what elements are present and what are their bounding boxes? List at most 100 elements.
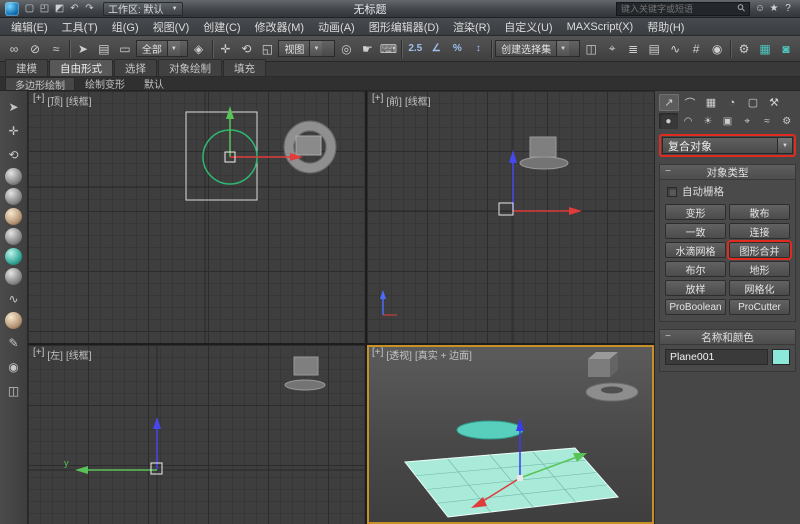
collapse-icon[interactable]: − <box>665 166 671 177</box>
compound-object-button[interactable]: 水滴网格 <box>665 242 726 258</box>
render-setup-icon[interactable]: ⚙ <box>734 39 754 59</box>
menu-item[interactable]: 动画(A) <box>311 18 362 35</box>
torus-left-view[interactable] <box>285 380 325 390</box>
viewport-label-segment[interactable]: [+] <box>33 347 44 362</box>
relax-brush-icon[interactable] <box>5 268 22 285</box>
ribbon-subtab[interactable]: 默认 <box>135 77 173 90</box>
shape-gizmo-small[interactable] <box>380 290 397 315</box>
save-file-icon[interactable]: ◩ <box>52 2 67 16</box>
compound-object-button[interactable]: 布尔 <box>665 261 726 277</box>
compound-object-button[interactable]: 变形 <box>665 204 726 220</box>
menu-item[interactable]: MAXScript(X) <box>560 18 641 35</box>
search-input[interactable] <box>617 3 735 15</box>
percent-snap-icon[interactable]: % <box>447 39 467 59</box>
select-manipulate-icon[interactable]: ☛ <box>357 39 377 59</box>
reference-coordinate-dropdown[interactable]: 视图 ▼ <box>278 40 335 57</box>
shapes-category[interactable]: ◠ <box>679 113 698 129</box>
transform-gizmo[interactable]: y <box>64 417 162 474</box>
select-object-icon[interactable]: ➤ <box>73 39 93 59</box>
object-color-swatch[interactable] <box>772 349 790 365</box>
spinner-snap-icon[interactable]: ↕ <box>468 39 488 59</box>
viewport-top[interactable]: [+][顶][线框] <box>28 91 365 343</box>
compound-object-button[interactable]: ProBoolean <box>665 299 726 315</box>
viewport-label-segment[interactable]: [线框] <box>405 93 431 108</box>
snap-toggle-icon[interactable]: 2.5 <box>405 39 425 59</box>
material-editor-icon[interactable]: ◉ <box>707 39 727 59</box>
workspace-dropdown[interactable]: 工作区: 默认 ▼ <box>103 2 183 16</box>
rendered-frame-icon[interactable]: ▦ <box>755 39 775 59</box>
keyboard-override-icon[interactable]: ⌨ <box>378 39 398 59</box>
pinch-brush-icon[interactable] <box>5 248 22 265</box>
favorites-icon[interactable]: ★ <box>767 2 781 16</box>
ribbon-subtab[interactable]: 绘制变形 <box>76 77 134 90</box>
helpers-category[interactable]: ⌖ <box>738 113 757 129</box>
window-crossing-icon[interactable]: ◈ <box>189 39 209 59</box>
object-name-field[interactable] <box>665 349 768 365</box>
viewport-label-segment[interactable]: [前] <box>386 93 402 108</box>
box-front-view[interactable] <box>530 137 556 157</box>
compound-object-button[interactable]: 散布 <box>729 204 790 220</box>
compound-object-button[interactable]: ProCutter <box>729 299 790 315</box>
menu-item[interactable]: 自定义(U) <box>497 18 559 35</box>
compound-object-button[interactable]: 网格化 <box>729 280 790 296</box>
collapse-icon[interactable]: − <box>665 331 671 342</box>
display-tab[interactable]: ▢ <box>743 94 763 111</box>
viewport-label-segment[interactable]: [线框] <box>66 347 92 362</box>
autogrid-checkbox[interactable] <box>667 187 677 197</box>
ribbon-tab[interactable]: 选择 <box>114 59 157 76</box>
menu-item[interactable]: 编辑(E) <box>4 18 55 35</box>
menu-item[interactable]: 组(G) <box>105 18 146 35</box>
name-color-rollout-header[interactable]: − 名称和颜色 <box>660 330 795 345</box>
symmetry-tool-icon[interactable]: ◫ <box>3 380 24 401</box>
box-object[interactable] <box>588 352 618 377</box>
exaggerate-brush-icon[interactable] <box>5 312 22 329</box>
new-scene-icon[interactable]: ▢ <box>22 2 37 16</box>
compound-object-button[interactable]: 一致 <box>665 223 726 239</box>
systems-category[interactable]: ⚙ <box>777 113 796 129</box>
viewport-label-segment[interactable]: [+] <box>33 93 44 108</box>
align-icon[interactable]: ⌖ <box>602 39 622 59</box>
select-move-icon[interactable]: ✛ <box>215 39 235 59</box>
curve-editor-icon[interactable]: ∿ <box>665 39 685 59</box>
help-icon[interactable]: ? <box>781 2 795 16</box>
undo-icon[interactable]: ↶ <box>67 2 82 16</box>
cameras-category[interactable]: ▣ <box>718 113 737 129</box>
motion-tab[interactable]: ◔ <box>722 94 742 111</box>
open-file-icon[interactable]: ◰ <box>37 2 52 16</box>
push-pull-brush-icon[interactable] <box>5 188 22 205</box>
layer-manager-icon[interactable]: ≣ <box>623 39 643 59</box>
object-type-rollout-header[interactable]: − 对象类型 <box>660 165 795 180</box>
select-by-name-icon[interactable]: ▤ <box>94 39 114 59</box>
noise-brush-icon[interactable]: ∿ <box>3 288 24 309</box>
smudge-brush-icon[interactable] <box>5 208 22 225</box>
ribbon-tab[interactable]: 填充 <box>223 59 266 76</box>
flatten-brush-icon[interactable] <box>5 228 22 245</box>
viewport-left[interactable]: [+][左][线框] y <box>28 345 365 524</box>
select-tool-icon[interactable]: ➤ <box>3 96 24 117</box>
compound-object-button[interactable]: 放样 <box>665 280 726 296</box>
menu-item[interactable]: 帮助(H) <box>640 18 691 35</box>
viewport-front[interactable]: [+][前][线框] <box>367 91 654 343</box>
redo-icon[interactable]: ↷ <box>82 2 97 16</box>
hierarchy-tab[interactable]: ▦ <box>701 94 721 111</box>
mirror-icon[interactable]: ◫ <box>581 39 601 59</box>
use-pivot-icon[interactable]: ◎ <box>336 39 356 59</box>
viewport-perspective[interactable]: [+][透视][真实 + 边面] <box>367 345 654 524</box>
space-warps-category[interactable]: ≈ <box>758 113 777 129</box>
graphite-ribbon-icon[interactable]: ▤ <box>644 39 664 59</box>
box-left-view[interactable] <box>294 357 318 375</box>
ribbon-tab[interactable]: 对象绘制 <box>158 59 222 76</box>
community-icon[interactable]: ☺ <box>753 2 767 16</box>
constrain-tool-icon[interactable]: ◉ <box>3 356 24 377</box>
render-production-icon[interactable]: ◙ <box>776 39 796 59</box>
viewport-label-segment[interactable]: [透视] <box>386 347 412 362</box>
named-selection-sets-dropdown[interactable]: 创建选择集 ▼ <box>495 40 580 57</box>
selection-filter-dropdown[interactable]: 全部 ▼ <box>136 40 188 57</box>
select-rotate-icon[interactable]: ⟲ <box>236 39 256 59</box>
circle-shape[interactable] <box>457 421 523 439</box>
shift-brush-icon[interactable] <box>5 168 22 185</box>
menu-item[interactable]: 图形编辑器(D) <box>362 18 446 35</box>
rect-select-icon[interactable]: ▭ <box>115 39 135 59</box>
compound-object-button[interactable]: 图形合并 <box>729 242 790 258</box>
ribbon-subtab[interactable]: 多边形绘制 <box>5 77 75 90</box>
